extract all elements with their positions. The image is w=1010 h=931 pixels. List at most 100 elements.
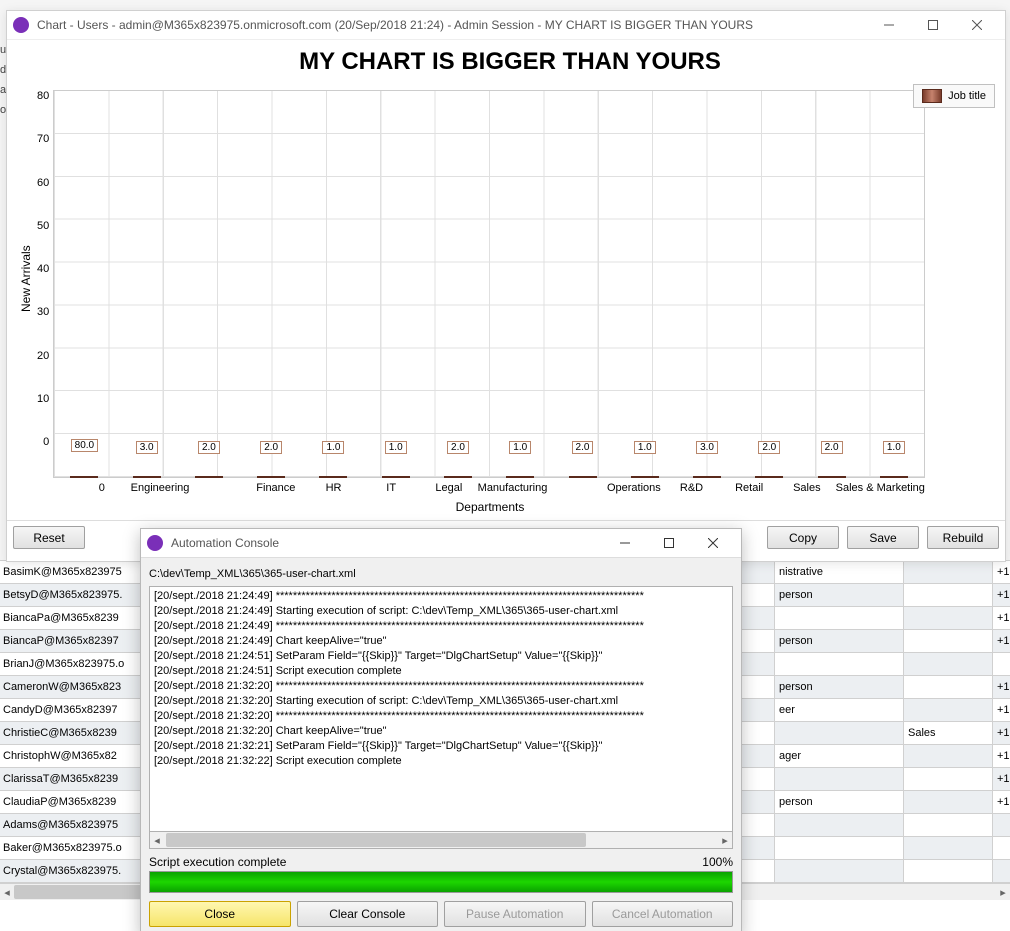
- grid-cell[interactable]: [904, 630, 993, 653]
- x-category: Manufacturing: [478, 478, 548, 498]
- log-line: [20/sept./2018 21:32:20] Chart keepAlive…: [154, 724, 728, 739]
- log-line: [20/sept./2018 21:32:22] Script executio…: [154, 754, 728, 769]
- grid-cell[interactable]: person: [775, 584, 904, 607]
- grid-cell[interactable]: person: [775, 791, 904, 814]
- bar-value-label: 2.0: [821, 441, 843, 454]
- grid-cell[interactable]: [775, 722, 904, 745]
- bar-7[interactable]: 1.0: [489, 476, 551, 478]
- log-line: [20/sept./2018 21:32:21] SetParam Field=…: [154, 739, 728, 754]
- grid-cell[interactable]: +1 858 555 011: [993, 722, 1010, 745]
- grid-cell[interactable]: [775, 814, 904, 837]
- grid-cell[interactable]: [904, 814, 993, 837]
- scroll-left-icon[interactable]: ◂: [150, 832, 164, 848]
- bar-6[interactable]: 2.0: [427, 476, 489, 478]
- grid-cell[interactable]: [993, 814, 1010, 837]
- grid-cell[interactable]: [904, 561, 993, 584]
- maximize-icon[interactable]: [647, 529, 691, 557]
- minimize-icon[interactable]: [867, 11, 911, 39]
- log-line: [20/sept./2018 21:24:49] ***************…: [154, 619, 728, 634]
- grid-cell[interactable]: Sales: [904, 722, 993, 745]
- grid-cell[interactable]: [904, 768, 993, 791]
- minimize-icon[interactable]: [603, 529, 647, 557]
- bar-5[interactable]: 1.0: [365, 476, 427, 478]
- bar-4[interactable]: 1.0: [302, 476, 364, 478]
- x-category: [547, 478, 605, 498]
- chart-titlebar[interactable]: Chart - Users - admin@M365x823975.onmicr…: [7, 11, 1005, 40]
- scroll-right-icon[interactable]: ▸: [996, 884, 1010, 900]
- scroll-left-icon[interactable]: ◂: [0, 884, 14, 900]
- bar-0[interactable]: 80.0: [53, 476, 115, 478]
- grid-cell[interactable]: +1 425 555 010: [993, 791, 1010, 814]
- save-button[interactable]: Save: [847, 526, 919, 549]
- grid-cell[interactable]: +1 425 555 010: [993, 630, 1010, 653]
- grid-cell[interactable]: [904, 699, 993, 722]
- grid-cell[interactable]: [904, 837, 993, 860]
- bar-9[interactable]: 1.0: [614, 476, 676, 478]
- scroll-thumb[interactable]: [166, 833, 586, 847]
- x-category: [189, 478, 247, 498]
- cancel-automation-button[interactable]: Cancel Automation: [592, 901, 734, 927]
- grid-cell[interactable]: +1 425 555 010: [993, 607, 1010, 630]
- bar-value-label: 1.0: [883, 441, 905, 454]
- grid-cell[interactable]: +1 425 555 010: [993, 561, 1010, 584]
- bar-value-label: 2.0: [198, 441, 220, 454]
- grid-cell[interactable]: [993, 837, 1010, 860]
- log-h-scrollbar[interactable]: ◂ ▸: [149, 832, 733, 849]
- grid-cell[interactable]: [775, 860, 904, 883]
- pause-automation-button[interactable]: Pause Automation: [444, 901, 586, 927]
- grid-cell[interactable]: [904, 584, 993, 607]
- bar-11[interactable]: 2.0: [738, 476, 800, 478]
- close-button[interactable]: Close: [149, 901, 291, 927]
- grid-cell[interactable]: [775, 653, 904, 676]
- grid-cell[interactable]: [775, 837, 904, 860]
- console-log[interactable]: [20/sept./2018 21:24:49] ***************…: [149, 586, 733, 832]
- grid-cell[interactable]: person: [775, 630, 904, 653]
- clear-console-button[interactable]: Clear Console: [297, 901, 439, 927]
- progress-percent: 100%: [702, 855, 733, 869]
- grid-cell[interactable]: +1 425 555 010: [993, 584, 1010, 607]
- scroll-right-icon[interactable]: ▸: [718, 832, 732, 848]
- grid-cell[interactable]: ager: [775, 745, 904, 768]
- grid-cell[interactable]: [775, 607, 904, 630]
- bar-13[interactable]: 1.0: [863, 476, 925, 478]
- grid-cell[interactable]: eer: [775, 699, 904, 722]
- console-titlebar[interactable]: Automation Console: [141, 529, 741, 558]
- log-line: [20/sept./2018 21:24:49] Starting execut…: [154, 604, 728, 619]
- log-line: [20/sept./2018 21:24:49] ***************…: [154, 589, 728, 604]
- x-category: Operations: [605, 478, 663, 498]
- copy-button[interactable]: Copy: [767, 526, 839, 549]
- bar-12[interactable]: 2.0: [800, 476, 862, 478]
- maximize-icon[interactable]: [911, 11, 955, 39]
- bar-3[interactable]: 2.0: [240, 476, 302, 478]
- grid-cell[interactable]: [904, 607, 993, 630]
- bar-value-label: 1.0: [322, 441, 344, 454]
- bar-8[interactable]: 2.0: [551, 476, 613, 478]
- bar-2[interactable]: 2.0: [178, 476, 240, 478]
- grid-cell[interactable]: nistrative: [775, 561, 904, 584]
- grid-cell[interactable]: +1 425 555 010: [993, 699, 1010, 722]
- chart-area: MY CHART IS BIGGER THAN YOURS New Arriva…: [7, 40, 1005, 521]
- bar-value-label: 2.0: [260, 441, 282, 454]
- log-line: [20/sept./2018 21:32:20] ***************…: [154, 709, 728, 724]
- grid-cell[interactable]: [904, 676, 993, 699]
- grid-cell[interactable]: person: [775, 676, 904, 699]
- chart-window-title: Chart - Users - admin@M365x823975.onmicr…: [37, 18, 867, 32]
- grid-cell[interactable]: [904, 791, 993, 814]
- grid-cell[interactable]: [993, 860, 1010, 883]
- reset-button[interactable]: Reset: [13, 526, 85, 549]
- grid-cell[interactable]: +1 425 555 010: [993, 676, 1010, 699]
- automation-console-window: Automation Console C:\dev\Temp_XML\365\3…: [140, 528, 742, 931]
- grid-cell[interactable]: [993, 653, 1010, 676]
- grid-cell[interactable]: [904, 860, 993, 883]
- bar-value-label: 80.0: [71, 439, 98, 452]
- close-icon[interactable]: [955, 11, 999, 39]
- grid-cell[interactable]: [904, 653, 993, 676]
- bar-10[interactable]: 3.0: [676, 476, 738, 478]
- grid-cell[interactable]: +1 425 555 010: [993, 745, 1010, 768]
- rebuild-button[interactable]: Rebuild: [927, 526, 999, 549]
- grid-cell[interactable]: +1 425 555 010: [993, 768, 1010, 791]
- grid-cell[interactable]: [904, 745, 993, 768]
- bar-1[interactable]: 3.0: [116, 476, 178, 478]
- grid-cell[interactable]: [775, 768, 904, 791]
- close-icon[interactable]: [691, 529, 735, 557]
